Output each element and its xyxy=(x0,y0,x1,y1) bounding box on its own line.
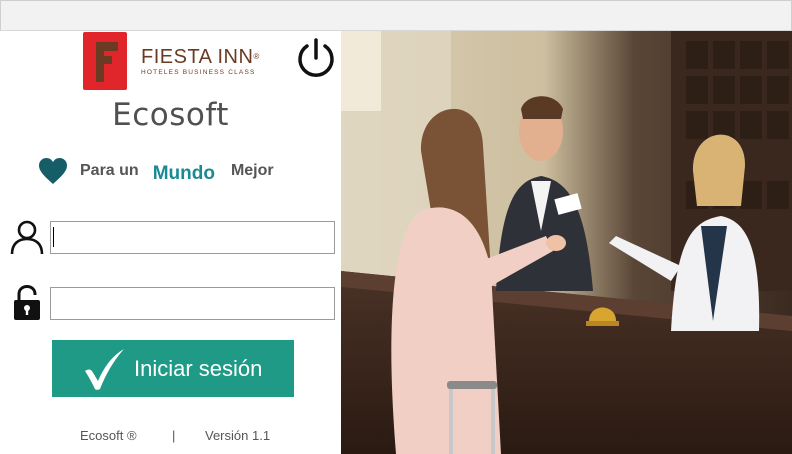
power-icon[interactable] xyxy=(294,36,338,80)
checkmark-icon xyxy=(85,348,124,390)
logo-tagline: HOTELES BUSINESS CLASS xyxy=(141,69,256,76)
username-input[interactable] xyxy=(50,221,335,254)
login-button-label: Iniciar sesión xyxy=(134,355,263,381)
slogan-part-3: Mejor xyxy=(230,162,274,179)
footer-separator: | xyxy=(172,428,176,443)
fiesta-inn-logo-mark xyxy=(83,32,127,90)
app-title: Ecosoft xyxy=(112,97,229,133)
login-button[interactable]: Iniciar sesión xyxy=(52,340,294,397)
user-icon xyxy=(10,220,44,255)
footer-brand: Ecosoft ® xyxy=(80,428,137,443)
logo-name: FIESTA INN® xyxy=(141,46,260,68)
window-title-bar xyxy=(0,0,792,31)
password-input[interactable] xyxy=(50,287,335,320)
unlock-icon xyxy=(14,285,40,320)
text-caret xyxy=(53,227,54,247)
heart-icon xyxy=(39,158,67,184)
login-panel: FIESTA INN® HOTELES BUSINESS CLASS Ecoso… xyxy=(0,31,341,454)
slogan-part-2: Mundo xyxy=(152,163,215,184)
slogan-part-1: Para un xyxy=(80,162,139,179)
slogan: Para un Mundo Mejor xyxy=(38,157,274,185)
footer-version: Versión 1.1 xyxy=(205,428,271,443)
hotel-reception-photo xyxy=(341,31,792,454)
fiesta-inn-logo: FIESTA INN® HOTELES BUSINESS CLASS xyxy=(83,32,260,90)
